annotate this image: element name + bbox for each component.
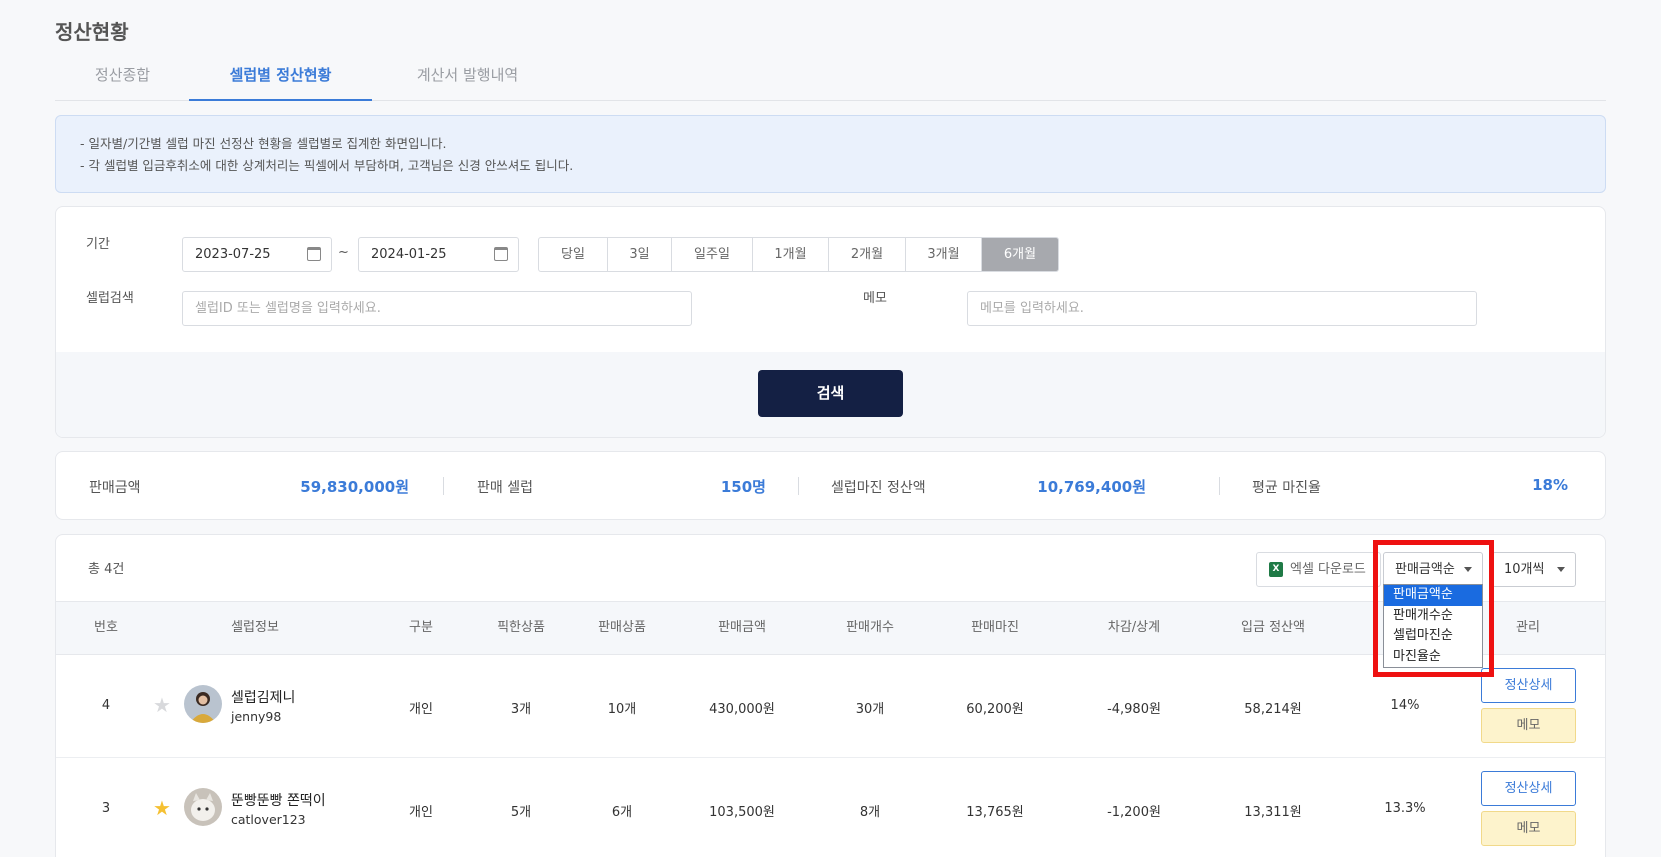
- period-3days-button[interactable]: 3일: [608, 238, 672, 271]
- row-deduction: -1,200원: [1107, 805, 1161, 820]
- row-deposit: 58,214원: [1244, 702, 1302, 717]
- row-number: 4: [101, 698, 111, 713]
- row-margin: 13,765원: [966, 805, 1024, 820]
- memo-button[interactable]: 메모: [1481, 708, 1576, 743]
- chevron-down-icon: [1557, 567, 1565, 572]
- row-deduction: -4,980원: [1107, 702, 1161, 717]
- row-sold: 6개: [611, 805, 633, 820]
- period-3months-button[interactable]: 3개월: [906, 238, 982, 271]
- search-panel: 기간 2023-07-25 ~ 2024-01-25 당일 3일 일주일 1개월…: [55, 206, 1606, 438]
- period-2months-button[interactable]: 2개월: [829, 238, 906, 271]
- table-row: 3 ★ 뚠빵뚠빵 쫀떡이 catlover123 개인 5개 6개 103,50…: [56, 758, 1605, 857]
- col-type: 구분: [409, 620, 433, 635]
- celeb-id: jenny98: [231, 709, 282, 724]
- row-sold: 10개: [607, 702, 637, 717]
- celeb-margin-label: 셀럽마진 정산액: [831, 480, 926, 496]
- row-type: 개인: [409, 702, 433, 717]
- celeb-name: 셀럽김제니: [231, 690, 296, 706]
- sales-amount-value: 59,830,000원: [300, 478, 409, 496]
- col-number: 번호: [94, 620, 118, 635]
- star-icon[interactable]: ★: [153, 798, 171, 818]
- row-margin-rate: 13.3%: [1384, 801, 1426, 816]
- avg-margin-rate-value: 18%: [1532, 476, 1568, 494]
- col-manage: 관리: [1516, 620, 1540, 635]
- memo-input[interactable]: [967, 291, 1477, 326]
- excel-download-button[interactable]: X 엑셀 다운로드: [1256, 552, 1381, 587]
- calendar-icon[interactable]: [494, 247, 508, 261]
- avg-margin-rate-label: 평균 마진율: [1252, 480, 1321, 496]
- total-count: 총 4건: [88, 562, 125, 577]
- settlement-detail-button[interactable]: 정산상세: [1481, 668, 1576, 703]
- excel-icon: X: [1269, 562, 1283, 577]
- tab-bar: 정산종합 셀럽별 정산현황 계산서 발행내역: [55, 55, 1606, 101]
- page-size-select[interactable]: 10개씩: [1492, 552, 1576, 587]
- divider: [443, 477, 444, 495]
- celeb-name: 뚠빵뚠빵 쫀떡이: [231, 793, 326, 809]
- start-date-input[interactable]: 2023-07-25: [182, 237, 332, 272]
- start-date-value: 2023-07-25: [195, 247, 271, 262]
- col-sales-amount: 판매금액: [718, 620, 766, 635]
- calendar-icon[interactable]: [307, 247, 321, 261]
- row-count: 30개: [855, 702, 885, 717]
- date-separator: ~: [338, 245, 349, 260]
- row-margin: 60,200원: [966, 702, 1024, 717]
- page-size-value: 10개씩: [1504, 562, 1545, 577]
- period-6months-button[interactable]: 6개월: [982, 238, 1058, 271]
- row-type: 개인: [409, 805, 433, 820]
- divider: [1219, 477, 1220, 495]
- tab-invoice-history[interactable]: 계산서 발행내역: [390, 55, 545, 101]
- col-deduction: 차감/상계: [1107, 620, 1161, 635]
- period-label: 기간: [86, 237, 110, 252]
- col-sales-count: 판매개수: [846, 620, 894, 635]
- period-week-button[interactable]: 일주일: [672, 238, 753, 271]
- avatar: [184, 685, 222, 723]
- row-amount: 103,500원: [709, 805, 775, 820]
- search-button[interactable]: 검색: [758, 370, 903, 417]
- row-deposit: 13,311원: [1244, 805, 1302, 820]
- tab-celeb-settlement[interactable]: 셀럽별 정산현황: [189, 55, 372, 101]
- avatar: [184, 788, 222, 826]
- summary-bar: 판매금액 59,830,000원 판매 셀럽 150명 셀럽마진 정산액 10,…: [55, 451, 1606, 520]
- notice-box: - 일자별/기간별 셀럽 마진 선정산 현황을 셀럽별로 집계한 화면입니다. …: [55, 115, 1606, 193]
- row-amount: 430,000원: [709, 702, 775, 717]
- col-celeb-info: 셀럽정보: [231, 620, 279, 635]
- col-sales-margin: 판매마진: [971, 620, 1019, 635]
- end-date-value: 2024-01-25: [371, 247, 447, 262]
- highlight-box: [1373, 540, 1494, 677]
- divider: [798, 477, 799, 495]
- memo-button[interactable]: 메모: [1481, 811, 1576, 846]
- sales-celeb-label: 판매 셀럽: [477, 480, 533, 496]
- celeb-search-input[interactable]: [182, 291, 692, 326]
- col-picked-products: 픽한상품: [497, 620, 545, 635]
- memo-label: 메모: [863, 291, 887, 306]
- period-1month-button[interactable]: 1개월: [753, 238, 829, 271]
- celeb-id: catlover123: [231, 812, 306, 827]
- notice-line: - 각 셀럽별 입금후취소에 대한 상계처리는 픽셀에서 부담하며, 고객님은 …: [80, 158, 574, 173]
- sales-celeb-value: 150명: [720, 478, 766, 496]
- star-icon[interactable]: ★: [153, 695, 171, 715]
- row-number: 3: [101, 801, 111, 816]
- celeb-search-label: 셀럽검색: [86, 291, 134, 306]
- celeb-margin-value: 10,769,400원: [1037, 478, 1146, 496]
- sales-amount-label: 판매금액: [89, 480, 141, 496]
- row-picked: 5개: [510, 805, 532, 820]
- notice-line: - 일자별/기간별 셀럽 마진 선정산 현황을 셀럽별로 집계한 화면입니다.: [80, 136, 447, 151]
- settlement-detail-button[interactable]: 정산상세: [1481, 771, 1576, 806]
- col-deposit-settlement: 입금 정산액: [1241, 620, 1305, 635]
- col-sold-products: 판매상품: [598, 620, 646, 635]
- period-button-group: 당일 3일 일주일 1개월 2개월 3개월 6개월: [538, 237, 1059, 272]
- period-today-button[interactable]: 당일: [539, 238, 608, 271]
- tab-settlement-summary[interactable]: 정산종합: [55, 55, 190, 101]
- row-picked: 3개: [510, 702, 532, 717]
- excel-download-label: 엑셀 다운로드: [1290, 562, 1366, 577]
- row-count: 8개: [859, 805, 881, 820]
- page-title: 정산현황: [55, 20, 129, 44]
- row-margin-rate: 14%: [1390, 698, 1420, 713]
- end-date-input[interactable]: 2024-01-25: [358, 237, 519, 272]
